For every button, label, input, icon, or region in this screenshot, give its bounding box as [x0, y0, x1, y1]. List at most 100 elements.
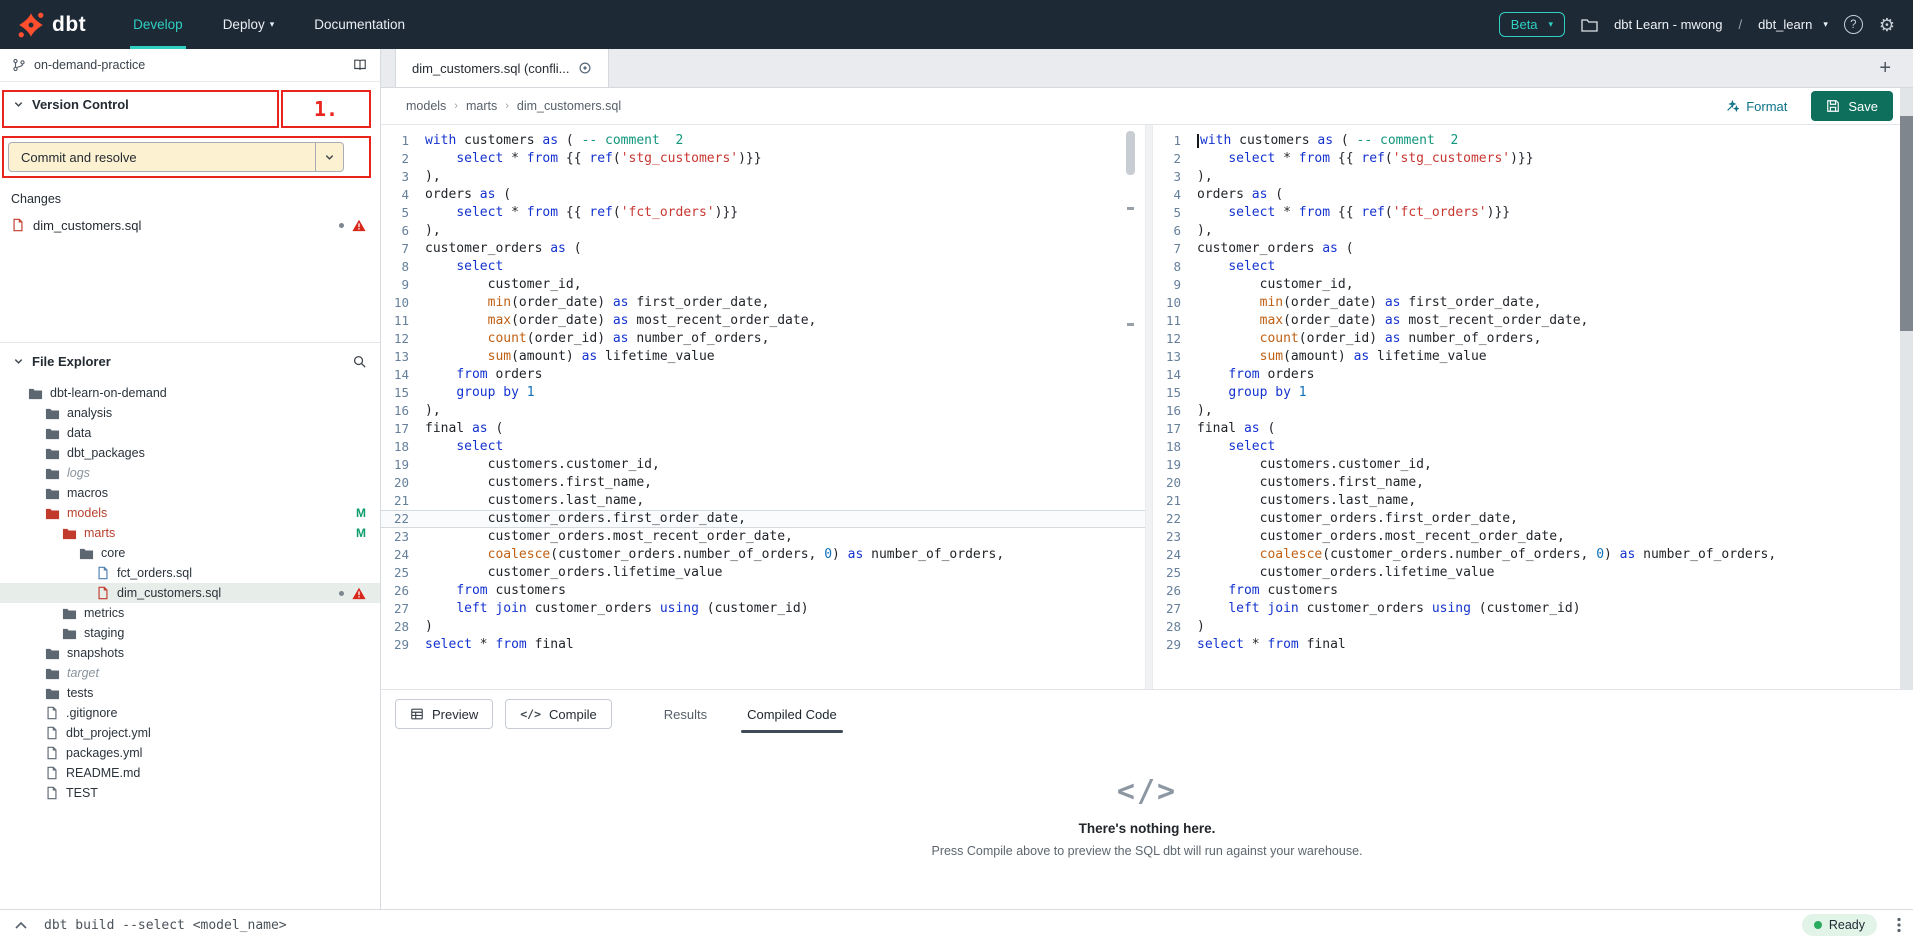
code-line-15[interactable]: 15 group by 1 — [1153, 384, 1913, 402]
tree-item-macros[interactable]: macros — [0, 483, 380, 503]
tab-compiled-code[interactable]: Compiled Code — [745, 701, 839, 728]
tree-item-metrics[interactable]: metrics — [0, 603, 380, 623]
code-line-28[interactable]: 28) — [381, 618, 1145, 636]
tree-item-snapshots[interactable]: snapshots — [0, 643, 380, 663]
code-line-5[interactable]: 5 select * from {{ ref('fct_orders')}} — [1153, 204, 1913, 222]
search-icon[interactable] — [352, 354, 367, 369]
scrollbar-thumb[interactable] — [1900, 116, 1913, 331]
code-line-6[interactable]: 6), — [381, 222, 1145, 240]
save-button[interactable]: Save — [1811, 91, 1893, 121]
kebab-menu-icon[interactable] — [1897, 917, 1901, 933]
scrollbar-thumb[interactable] — [1126, 131, 1135, 175]
code-line-17[interactable]: 17final as ( — [381, 420, 1145, 438]
code-line-18[interactable]: 18 select — [1153, 438, 1913, 456]
tree-item-staging[interactable]: staging — [0, 623, 380, 643]
tab-results[interactable]: Results — [662, 701, 709, 728]
code-line-8[interactable]: 8 select — [381, 258, 1145, 276]
editor-pane-left[interactable]: 1with customers as ( -- comment 22 selec… — [381, 125, 1145, 689]
settings-gear-icon[interactable]: ⚙ — [1879, 16, 1895, 34]
code-line-23[interactable]: 23 customer_orders.most_recent_order_dat… — [1153, 528, 1913, 546]
code-line-14[interactable]: 14 from orders — [381, 366, 1145, 384]
tree-item-packages.yml[interactable]: packages.yml — [0, 743, 380, 763]
changed-file-row[interactable]: dim_customers.sql — [0, 214, 380, 236]
code-line-26[interactable]: 26 from customers — [1153, 582, 1913, 600]
pane-divider[interactable] — [1145, 125, 1153, 689]
branch-row[interactable]: on-demand-practice — [0, 49, 380, 82]
docs-book-icon[interactable] — [352, 58, 368, 72]
code-line-20[interactable]: 20 customers.first_name, — [1153, 474, 1913, 492]
code-line-22[interactable]: 22 customer_orders.first_order_date, — [1153, 510, 1913, 528]
code-line-3[interactable]: 3), — [1153, 168, 1913, 186]
page-scrollbar[interactable] — [1900, 88, 1913, 690]
code-line-13[interactable]: 13 sum(amount) as lifetime_value — [381, 348, 1145, 366]
code-line-19[interactable]: 19 customers.customer_id, — [1153, 456, 1913, 474]
code-line-21[interactable]: 21 customers.last_name, — [1153, 492, 1913, 510]
code-line-16[interactable]: 16), — [381, 402, 1145, 420]
code-line-24[interactable]: 24 coalesce(customer_orders.number_of_or… — [381, 546, 1145, 564]
tree-item-TEST[interactable]: TEST — [0, 783, 380, 803]
nav-develop[interactable]: Develop — [130, 0, 186, 49]
tree-item-logs[interactable]: logs — [0, 463, 380, 483]
code-line-21[interactable]: 21 customers.last_name, — [381, 492, 1145, 510]
code-line-18[interactable]: 18 select — [381, 438, 1145, 456]
code-line-8[interactable]: 8 select — [1153, 258, 1913, 276]
code-line-27[interactable]: 27 left join customer_orders using (cust… — [1153, 600, 1913, 618]
code-line-5[interactable]: 5 select * from {{ ref('fct_orders')}} — [381, 204, 1145, 222]
editor-scrollbar[interactable] — [1126, 129, 1135, 685]
breadcrumb-file[interactable]: dim_customers.sql — [517, 99, 621, 113]
code-line-25[interactable]: 25 customer_orders.lifetime_value — [381, 564, 1145, 582]
code-line-20[interactable]: 20 customers.first_name, — [381, 474, 1145, 492]
code-line-24[interactable]: 24 coalesce(customer_orders.number_of_or… — [1153, 546, 1913, 564]
chevron-up-icon[interactable] — [14, 921, 28, 930]
code-line-19[interactable]: 19 customers.customer_id, — [381, 456, 1145, 474]
version-control-header[interactable]: Version Control — [0, 82, 380, 126]
code-line-6[interactable]: 6), — [1153, 222, 1913, 240]
code-line-4[interactable]: 4orders as ( — [381, 186, 1145, 204]
tree-item-models[interactable]: modelsM — [0, 503, 380, 523]
code-line-16[interactable]: 16), — [1153, 402, 1913, 420]
nav-documentation[interactable]: Documentation — [311, 0, 408, 49]
code-line-10[interactable]: 10 min(order_date) as first_order_date, — [1153, 294, 1913, 312]
breadcrumb-models[interactable]: models — [406, 99, 446, 113]
code-line-28[interactable]: 28) — [1153, 618, 1913, 636]
code-line-2[interactable]: 2 select * from {{ ref('stg_customers')}… — [1153, 150, 1913, 168]
code-line-29[interactable]: 29select * from final — [1153, 636, 1913, 654]
code-line-23[interactable]: 23 customer_orders.most_recent_order_dat… — [381, 528, 1145, 546]
editor-pane-right[interactable]: 1with customers as ( -- comment 22 selec… — [1153, 125, 1913, 689]
code-line-4[interactable]: 4orders as ( — [1153, 186, 1913, 204]
format-button[interactable]: Format — [1725, 99, 1787, 114]
code-line-12[interactable]: 12 count(order_id) as number_of_orders, — [1153, 330, 1913, 348]
tab-dim-customers[interactable]: dim_customers.sql (confli... — [395, 49, 609, 87]
code-line-14[interactable]: 14 from orders — [1153, 366, 1913, 384]
code-line-15[interactable]: 15 group by 1 — [381, 384, 1145, 402]
tree-item-README.md[interactable]: README.md — [0, 763, 380, 783]
code-line-27[interactable]: 27 left join customer_orders using (cust… — [381, 600, 1145, 618]
help-icon[interactable]: ? — [1844, 15, 1863, 34]
compile-button[interactable]: </> Compile — [505, 699, 611, 729]
code-line-10[interactable]: 10 min(order_date) as first_order_date, — [381, 294, 1145, 312]
code-line-13[interactable]: 13 sum(amount) as lifetime_value — [1153, 348, 1913, 366]
code-line-7[interactable]: 7customer_orders as ( — [381, 240, 1145, 258]
tree-item-dbt_project.yml[interactable]: dbt_project.yml — [0, 723, 380, 743]
breadcrumb-marts[interactable]: marts — [466, 99, 497, 113]
code-line-22[interactable]: 22 customer_orders.first_order_date, — [381, 510, 1145, 528]
beta-toggle[interactable]: Beta▾ — [1499, 12, 1565, 37]
tree-item-data[interactable]: data — [0, 423, 380, 443]
dbt-logo[interactable]: dbt — [18, 12, 86, 38]
tree-item-.gitignore[interactable]: .gitignore — [0, 703, 380, 723]
tree-item-marts[interactable]: martsM — [0, 523, 380, 543]
tree-item-tests[interactable]: tests — [0, 683, 380, 703]
code-line-7[interactable]: 7customer_orders as ( — [1153, 240, 1913, 258]
account-name[interactable]: dbt Learn - mwong — [1614, 17, 1722, 32]
project-selector[interactable]: dbt_learn▾ — [1758, 17, 1828, 32]
code-line-1[interactable]: 1with customers as ( -- comment 2 — [1153, 132, 1913, 150]
preview-button[interactable]: Preview — [395, 699, 493, 729]
tree-item-core[interactable]: core — [0, 543, 380, 563]
code-line-26[interactable]: 26 from customers — [381, 582, 1145, 600]
nav-deploy[interactable]: Deploy▾ — [220, 0, 278, 49]
commit-and-resolve-button[interactable]: Commit and resolve — [8, 142, 344, 172]
code-line-2[interactable]: 2 select * from {{ ref('stg_customers')}… — [381, 150, 1145, 168]
code-line-25[interactable]: 25 customer_orders.lifetime_value — [1153, 564, 1913, 582]
tree-item-dbt-learn-on-demand[interactable]: dbt-learn-on-demand — [0, 383, 380, 403]
new-tab-button[interactable]: + — [1879, 58, 1891, 78]
